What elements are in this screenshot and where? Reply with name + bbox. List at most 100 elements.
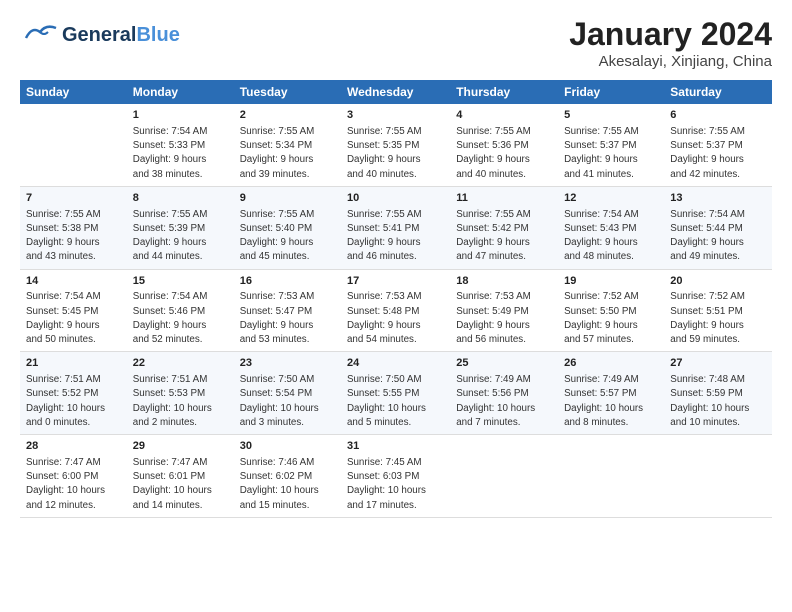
day-number: 27: [670, 356, 766, 372]
day-info: Sunrise: 7:55 AM Sunset: 5:34 PM Dayligh…: [240, 125, 335, 182]
day-info: Sunrise: 7:55 AM Sunset: 5:41 PM Dayligh…: [347, 208, 444, 265]
day-cell: 2Sunrise: 7:55 AM Sunset: 5:34 PM Daylig…: [234, 104, 341, 186]
col-wednesday: Wednesday: [341, 80, 450, 104]
calendar-table: Sunday Monday Tuesday Wednesday Thursday…: [20, 80, 772, 518]
day-cell: 23Sunrise: 7:50 AM Sunset: 5:54 PM Dayli…: [234, 352, 341, 435]
day-number: 21: [26, 356, 121, 372]
day-info: Sunrise: 7:55 AM Sunset: 5:36 PM Dayligh…: [456, 125, 552, 182]
day-cell: 4Sunrise: 7:55 AM Sunset: 5:36 PM Daylig…: [450, 104, 558, 186]
day-cell: 31Sunrise: 7:45 AM Sunset: 6:03 PM Dayli…: [341, 435, 450, 518]
day-number: 6: [670, 108, 766, 124]
day-cell: 1Sunrise: 7:54 AM Sunset: 5:33 PM Daylig…: [127, 104, 234, 186]
day-cell: 22Sunrise: 7:51 AM Sunset: 5:53 PM Dayli…: [127, 352, 234, 435]
day-number: 2: [240, 108, 335, 124]
day-number: 15: [133, 274, 228, 290]
header: GeneralBlue January 2024 Akesalayi, Xinj…: [20, 16, 772, 70]
day-cell: 18Sunrise: 7:53 AM Sunset: 5:49 PM Dayli…: [450, 269, 558, 352]
day-cell: 5Sunrise: 7:55 AM Sunset: 5:37 PM Daylig…: [558, 104, 664, 186]
day-info: Sunrise: 7:53 AM Sunset: 5:47 PM Dayligh…: [240, 290, 335, 347]
day-info: Sunrise: 7:53 AM Sunset: 5:48 PM Dayligh…: [347, 290, 444, 347]
day-info: Sunrise: 7:54 AM Sunset: 5:44 PM Dayligh…: [670, 208, 766, 265]
day-cell: 21Sunrise: 7:51 AM Sunset: 5:52 PM Dayli…: [20, 352, 127, 435]
day-cell: 19Sunrise: 7:52 AM Sunset: 5:50 PM Dayli…: [558, 269, 664, 352]
col-friday: Friday: [558, 80, 664, 104]
day-cell: 13Sunrise: 7:54 AM Sunset: 5:44 PM Dayli…: [664, 186, 772, 269]
week-row-3: 14Sunrise: 7:54 AM Sunset: 5:45 PM Dayli…: [20, 269, 772, 352]
day-number: 24: [347, 356, 444, 372]
day-number: 18: [456, 274, 552, 290]
day-cell: 16Sunrise: 7:53 AM Sunset: 5:47 PM Dayli…: [234, 269, 341, 352]
col-sunday: Sunday: [20, 80, 127, 104]
day-info: Sunrise: 7:47 AM Sunset: 6:01 PM Dayligh…: [133, 456, 228, 513]
day-info: Sunrise: 7:54 AM Sunset: 5:45 PM Dayligh…: [26, 290, 121, 347]
day-number: 12: [564, 191, 658, 207]
day-info: Sunrise: 7:50 AM Sunset: 5:55 PM Dayligh…: [347, 373, 444, 430]
day-info: Sunrise: 7:55 AM Sunset: 5:37 PM Dayligh…: [564, 125, 658, 182]
day-cell: 17Sunrise: 7:53 AM Sunset: 5:48 PM Dayli…: [341, 269, 450, 352]
week-row-2: 7Sunrise: 7:55 AM Sunset: 5:38 PM Daylig…: [20, 186, 772, 269]
day-cell: 6Sunrise: 7:55 AM Sunset: 5:37 PM Daylig…: [664, 104, 772, 186]
calendar-body: 1Sunrise: 7:54 AM Sunset: 5:33 PM Daylig…: [20, 104, 772, 517]
page: GeneralBlue January 2024 Akesalayi, Xinj…: [0, 0, 792, 528]
day-cell: 30Sunrise: 7:46 AM Sunset: 6:02 PM Dayli…: [234, 435, 341, 518]
day-number: 16: [240, 274, 335, 290]
day-number: 17: [347, 274, 444, 290]
day-cell: 28Sunrise: 7:47 AM Sunset: 6:00 PM Dayli…: [20, 435, 127, 518]
day-info: Sunrise: 7:49 AM Sunset: 5:57 PM Dayligh…: [564, 373, 658, 430]
day-cell: [20, 104, 127, 186]
header-row: Sunday Monday Tuesday Wednesday Thursday…: [20, 80, 772, 104]
day-number: 26: [564, 356, 658, 372]
day-info: Sunrise: 7:46 AM Sunset: 6:02 PM Dayligh…: [240, 456, 335, 513]
day-info: Sunrise: 7:55 AM Sunset: 5:39 PM Dayligh…: [133, 208, 228, 265]
day-cell: 8Sunrise: 7:55 AM Sunset: 5:39 PM Daylig…: [127, 186, 234, 269]
col-thursday: Thursday: [450, 80, 558, 104]
day-info: Sunrise: 7:55 AM Sunset: 5:38 PM Dayligh…: [26, 208, 121, 265]
day-cell: 7Sunrise: 7:55 AM Sunset: 5:38 PM Daylig…: [20, 186, 127, 269]
day-number: 4: [456, 108, 552, 124]
day-number: 8: [133, 191, 228, 207]
day-number: 28: [26, 439, 121, 455]
day-cell: 14Sunrise: 7:54 AM Sunset: 5:45 PM Dayli…: [20, 269, 127, 352]
day-info: Sunrise: 7:55 AM Sunset: 5:42 PM Dayligh…: [456, 208, 552, 265]
day-cell: [664, 435, 772, 518]
day-number: 1: [133, 108, 228, 124]
day-cell: 20Sunrise: 7:52 AM Sunset: 5:51 PM Dayli…: [664, 269, 772, 352]
day-cell: 15Sunrise: 7:54 AM Sunset: 5:46 PM Dayli…: [127, 269, 234, 352]
day-cell: 27Sunrise: 7:48 AM Sunset: 5:59 PM Dayli…: [664, 352, 772, 435]
day-number: 10: [347, 191, 444, 207]
day-number: 19: [564, 274, 658, 290]
day-cell: 25Sunrise: 7:49 AM Sunset: 5:56 PM Dayli…: [450, 352, 558, 435]
day-info: Sunrise: 7:55 AM Sunset: 5:37 PM Dayligh…: [670, 125, 766, 182]
day-info: Sunrise: 7:48 AM Sunset: 5:59 PM Dayligh…: [670, 373, 766, 430]
logo-general: General: [62, 24, 136, 46]
day-number: 22: [133, 356, 228, 372]
day-number: 3: [347, 108, 444, 124]
day-info: Sunrise: 7:53 AM Sunset: 5:49 PM Dayligh…: [456, 290, 552, 347]
day-info: Sunrise: 7:47 AM Sunset: 6:00 PM Dayligh…: [26, 456, 121, 513]
day-cell: [450, 435, 558, 518]
logo-text: GeneralBlue: [62, 24, 180, 46]
day-number: 31: [347, 439, 444, 455]
day-info: Sunrise: 7:54 AM Sunset: 5:33 PM Dayligh…: [133, 125, 228, 182]
location: Akesalayi, Xinjiang, China: [569, 53, 772, 70]
day-info: Sunrise: 7:50 AM Sunset: 5:54 PM Dayligh…: [240, 373, 335, 430]
day-number: 25: [456, 356, 552, 372]
day-cell: 9Sunrise: 7:55 AM Sunset: 5:40 PM Daylig…: [234, 186, 341, 269]
day-cell: [558, 435, 664, 518]
day-number: 29: [133, 439, 228, 455]
day-info: Sunrise: 7:54 AM Sunset: 5:46 PM Dayligh…: [133, 290, 228, 347]
day-cell: 24Sunrise: 7:50 AM Sunset: 5:55 PM Dayli…: [341, 352, 450, 435]
day-cell: 12Sunrise: 7:54 AM Sunset: 5:43 PM Dayli…: [558, 186, 664, 269]
day-number: 5: [564, 108, 658, 124]
day-info: Sunrise: 7:54 AM Sunset: 5:43 PM Dayligh…: [564, 208, 658, 265]
day-info: Sunrise: 7:51 AM Sunset: 5:52 PM Dayligh…: [26, 373, 121, 430]
day-cell: 3Sunrise: 7:55 AM Sunset: 5:35 PM Daylig…: [341, 104, 450, 186]
logo-blue: Blue: [136, 24, 179, 46]
title-block: January 2024 Akesalayi, Xinjiang, China: [569, 16, 772, 70]
day-info: Sunrise: 7:52 AM Sunset: 5:51 PM Dayligh…: [670, 290, 766, 347]
day-info: Sunrise: 7:55 AM Sunset: 5:40 PM Dayligh…: [240, 208, 335, 265]
day-info: Sunrise: 7:55 AM Sunset: 5:35 PM Dayligh…: [347, 125, 444, 182]
day-info: Sunrise: 7:52 AM Sunset: 5:50 PM Dayligh…: [564, 290, 658, 347]
col-saturday: Saturday: [664, 80, 772, 104]
col-monday: Monday: [127, 80, 234, 104]
